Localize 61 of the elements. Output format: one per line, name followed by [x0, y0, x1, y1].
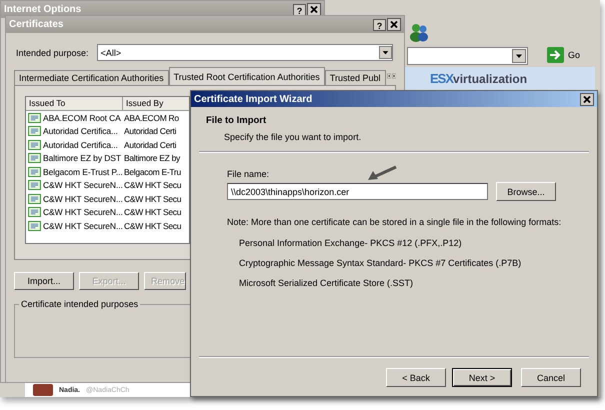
list-cell[interactable]: Belgacom E-Tru — [123, 166, 181, 177]
list-cell[interactable]: C&W HKT Secu — [123, 207, 182, 218]
file-name-field[interactable]: \\dc2003\thinapps\horizon.cer — [227, 183, 488, 200]
certificate-icon — [28, 166, 41, 177]
note-text: Note: More than one certificate can be stored in a single file in the following formats: — [227, 217, 562, 227]
list-cell[interactable]: C&W HKT SecureN... — [43, 207, 123, 218]
close-icon[interactable] — [580, 92, 594, 106]
action-button[interactable]: Import... — [14, 272, 74, 290]
people-icon — [408, 22, 430, 42]
column-header[interactable]: Issued To — [26, 97, 123, 110]
list-cell[interactable]: C&W HKT Secu — [123, 180, 182, 190]
tab[interactable]: Trusted Root Certification Authorities — [168, 67, 325, 85]
list-cell[interactable]: C&W HKT Secu — [123, 220, 182, 231]
certificate-icon — [28, 153, 41, 164]
list-cell[interactable]: ABA.ECOM Root CA — [43, 112, 121, 123]
certificate-icon — [28, 180, 41, 190]
help-button[interactable]: ? — [293, 4, 306, 16]
certificate-icon — [28, 194, 41, 204]
browse-button[interactable]: Browse... — [496, 182, 556, 201]
certificate-icon — [28, 126, 41, 136]
list-cell[interactable]: C&W HKT SecureN... — [43, 220, 123, 231]
help-button[interactable]: ? — [373, 18, 386, 30]
group-label: Certificate intended purposes — [19, 299, 140, 309]
field-label: File name: — [227, 169, 270, 179]
window-title: Internet Options — [4, 4, 82, 15]
format-item: Microsoft Serialized Certificate Store (.SST) — [239, 278, 414, 288]
address-field[interactable] — [407, 47, 528, 65]
banner-logo: ESXvirtualization — [405, 67, 595, 90]
tab[interactable]: Trusted Publ — [324, 70, 386, 85]
wizard-button[interactable]: < Back — [386, 368, 446, 387]
close-icon[interactable] — [307, 3, 321, 16]
wizard-button[interactable]: Next > — [452, 368, 512, 387]
list-cell[interactable]: Autoridad Certifica... — [43, 140, 118, 150]
list-cell[interactable]: C&W HKT SecureN... — [43, 180, 123, 190]
list-cell[interactable]: Baltimore EZ by DST — [43, 153, 121, 164]
wizard-button[interactable]: Cancel — [521, 368, 581, 387]
list-cell[interactable]: C&W HKT SecureN... — [43, 194, 123, 204]
arrow-icon — [366, 165, 398, 182]
step-description: Specify the file you want to import. — [223, 131, 362, 142]
tab[interactable]: Intermediate Certification Authorities — [14, 70, 169, 85]
certificate-icon — [28, 207, 41, 218]
list-cell[interactable]: ABA.ECOM Ro — [123, 112, 179, 123]
certificate-icon — [28, 112, 41, 123]
window-title: Certificate Import Wizard — [194, 94, 314, 104]
list-cell[interactable]: Baltimore EZ by — [123, 153, 180, 164]
close-icon[interactable] — [387, 18, 401, 31]
field-label: Intended purpose: — [16, 48, 89, 58]
list-cell[interactable]: Autoridad Certi — [123, 126, 176, 136]
step-heading: File to Import — [206, 115, 268, 126]
window-title: Certificates — [9, 19, 64, 30]
column-header[interactable]: Issued By — [123, 97, 189, 110]
list-cell[interactable]: Autoridad Certifica... — [43, 126, 118, 136]
certificate-icon — [28, 220, 41, 231]
purpose-dropdown[interactable]: <All> — [96, 44, 393, 61]
format-item: Personal Information Exchange- PKCS #12 (.PFX,.P12) — [239, 238, 463, 248]
list-cell[interactable]: Belgacom E-Trust P... — [43, 166, 123, 177]
certificate-icon — [28, 140, 41, 150]
avatar-placeholder — [33, 384, 53, 396]
list-cell[interactable]: C&W HKT Secu — [123, 194, 182, 204]
list-cell[interactable]: Autoridad Certi — [123, 140, 176, 150]
format-item: Cryptographic Message Syntax Standard- PKCS #7 Certificates (.P7B) — [239, 258, 522, 268]
